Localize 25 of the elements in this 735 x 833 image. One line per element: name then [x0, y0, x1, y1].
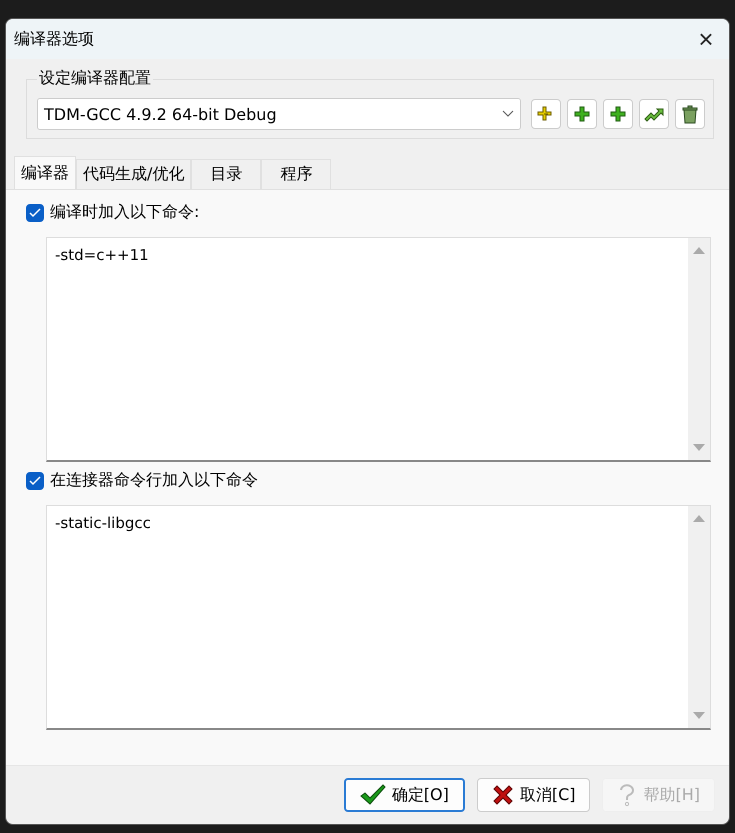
- window-title: 编译器选项: [14, 28, 94, 50]
- checkbox-label: 在连接器命令行加入以下命令: [50, 470, 258, 491]
- close-icon: [492, 784, 514, 806]
- toolbar-button[interactable]: [567, 99, 597, 129]
- tab[interactable]: 程序: [261, 159, 332, 189]
- checkbox[interactable]: [26, 204, 44, 222]
- toolbar-button[interactable]: [675, 99, 705, 129]
- tab[interactable]: 代码生成/优化: [76, 159, 192, 189]
- checkbox[interactable]: [26, 472, 44, 490]
- check-icon: [360, 784, 386, 806]
- text-area[interactable]: -std=c++11: [46, 237, 711, 462]
- close-button[interactable]: ×: [683, 19, 729, 59]
- tab[interactable]: 目录: [191, 159, 262, 189]
- checkbox-label: 编译时加入以下命令:: [50, 202, 200, 223]
- toolbar-button[interactable]: [531, 99, 561, 129]
- chevron-icon: [502, 110, 514, 118]
- check-icon: [29, 208, 41, 218]
- toolbar-button[interactable]: [603, 99, 633, 129]
- dialog-button[interactable]: 确定[O]: [344, 778, 465, 812]
- tab[interactable]: 编译器: [14, 156, 76, 189]
- toolbar-button[interactable]: [639, 99, 669, 129]
- config-dropdown[interactable]: TDM-GCC 4.9.2 64-bit Debug: [37, 98, 521, 130]
- text-area[interactable]: -static-libgcc: [46, 505, 711, 730]
- dialog-button[interactable]: 取消[C]: [476, 778, 590, 812]
- check-icon: [29, 476, 41, 486]
